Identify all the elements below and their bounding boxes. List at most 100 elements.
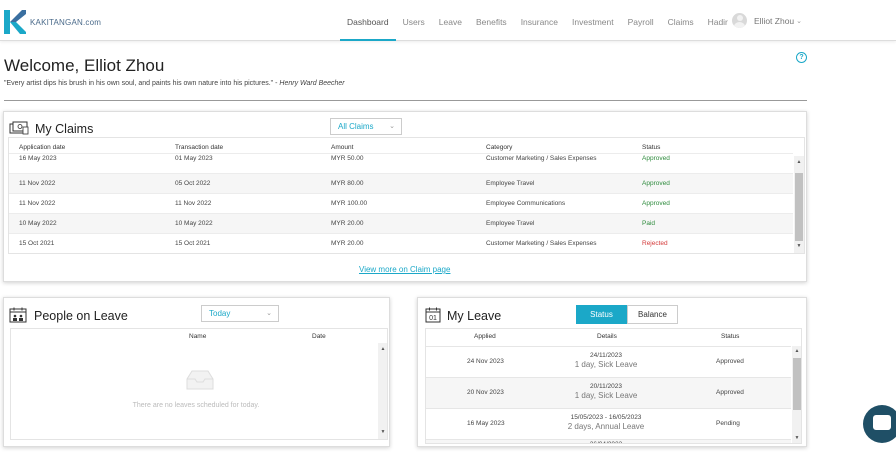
user-name: Elliot Zhou <box>754 15 795 26</box>
table-row[interactable]: 11 Nov 2022 11 Nov 2022 MYR 100.00 Employee… <box>9 193 793 213</box>
column-header: Amount <box>331 144 354 151</box>
people-on-leave-title: People on Leave <box>34 309 128 323</box>
leave-date-range: 15/05/2023 - 16/05/2023 <box>570 414 642 421</box>
brand-logo[interactable]: KAKITANGAN.com <box>4 10 101 34</box>
table-row[interactable]: 11 Nov 2022 05 Oct 2022 MYR 80.00 Employee … <box>9 173 793 193</box>
column-header: Name <box>189 333 207 340</box>
svg-text:01: 01 <box>429 315 437 322</box>
leave-details: 24/11/2023 1 day, Sick Leave <box>556 351 656 369</box>
status-toggle-button[interactable]: Status <box>576 305 627 324</box>
chat-icon <box>873 415 891 430</box>
table-row[interactable]: 10 May 2022 10 May 2022 MYR 20.00 Employee … <box>9 213 793 233</box>
claims-scrollbar[interactable]: ▲ ▼ <box>794 156 804 253</box>
people-scrollbar[interactable]: ▲ ▼ <box>378 343 387 439</box>
divider <box>4 100 807 101</box>
applied-date: 16 May 2023 <box>467 420 505 427</box>
table-cell: Employee Communications <box>486 200 566 207</box>
table-cell: MYR 80.00 <box>331 180 364 187</box>
table-cell: MYR 50.00 <box>331 155 364 162</box>
table-cell: 05 Oct 2022 <box>175 180 211 187</box>
status-badge: Approved <box>716 358 744 365</box>
table-row[interactable]: 16 May 2023 15/05/2023 - 16/05/2023 2 days… <box>426 408 791 439</box>
scroll-up-icon[interactable]: ▲ <box>795 159 803 165</box>
column-header: Transaction date <box>175 144 224 151</box>
status-badge: Pending <box>716 420 740 427</box>
user-menu[interactable]: Elliot Zhou ⌄ <box>732 13 802 28</box>
calendar-icon: 01 <box>425 307 441 323</box>
table-cell: Employee Travel <box>486 220 535 227</box>
leave-date-range: 24/11/2023 <box>589 352 623 359</box>
nav-item-benefits[interactable]: Benefits <box>469 0 514 41</box>
nav-item-leave[interactable]: Leave <box>432 0 469 41</box>
table-row[interactable]: 26/04/2023 <box>426 439 791 443</box>
my-claims-panel: My Claims All Claims ⌄ Application date … <box>3 111 807 282</box>
people-filter-select[interactable]: Today ⌄ <box>201 305 279 322</box>
status-badge: Paid <box>642 220 656 227</box>
balance-toggle-button[interactable]: Balance <box>627 305 678 324</box>
scroll-up-icon[interactable]: ▲ <box>793 348 801 354</box>
kakitangan-logo-icon <box>4 10 26 34</box>
table-cell: 16 May 2023 <box>19 155 57 162</box>
table-cell: 11 Nov 2022 <box>19 180 56 187</box>
leave-details: 15/05/2023 - 16/05/2023 2 days, Annual Le… <box>556 413 656 431</box>
help-icon[interactable]: ? <box>796 52 807 63</box>
people-filter-value: Today <box>209 309 231 318</box>
claims-table: Application date Transaction date Amount… <box>8 137 805 254</box>
status-badge: Approved <box>642 200 670 207</box>
leave-scrollbar[interactable]: ▲ ▼ <box>792 346 801 443</box>
table-row[interactable]: 15 Oct 2021 15 Oct 2021 MYR 20.00 Customer … <box>9 233 793 253</box>
my-claims-title: My Claims <box>35 122 94 136</box>
scrollbar-thumb[interactable] <box>793 358 801 410</box>
page-title: Welcome, Elliot Zhou <box>4 56 165 75</box>
my-leave-panel: 01 My Leave Status Balance Applied Detai… <box>417 297 807 447</box>
people-on-leave-table: Name Date There are no leaves scheduled … <box>10 328 388 440</box>
table-row[interactable]: 24 Nov 2023 24/11/2023 1 day, Sick Leave Ap… <box>426 346 791 377</box>
nav-item-hadir[interactable]: Hadir <box>701 0 735 41</box>
table-cell: 10 May 2022 <box>175 220 213 227</box>
scroll-down-icon[interactable]: ▼ <box>795 243 803 249</box>
empty-inbox-icon <box>186 370 214 390</box>
view-more-claims-link[interactable]: View more on Claim page <box>359 265 450 274</box>
nav-item-insurance[interactable]: Insurance <box>514 0 565 41</box>
chat-widget-button[interactable] <box>863 405 896 443</box>
scrollbar-thumb[interactable] <box>795 173 803 241</box>
scroll-up-icon[interactable]: ▲ <box>379 346 387 352</box>
chevron-down-icon: ⌄ <box>796 17 803 25</box>
chevron-down-icon: ⌄ <box>266 310 272 317</box>
status-badge: Rejected <box>642 240 668 247</box>
scroll-down-icon[interactable]: ▼ <box>793 435 801 441</box>
scroll-down-icon[interactable]: ▼ <box>379 429 387 435</box>
table-cell: 11 Nov 2022 <box>19 200 56 207</box>
table-cell: 11 Nov 2022 <box>175 200 212 207</box>
money-icon <box>9 121 29 135</box>
table-row[interactable]: 20 Nov 2023 20/11/2023 1 day, Sick Leave Ap… <box>426 377 791 408</box>
table-cell: MYR 20.00 <box>331 240 364 247</box>
table-cell: 01 May 2023 <box>175 155 213 162</box>
nav-item-claims[interactable]: Claims <box>661 0 701 41</box>
nav-item-dashboard[interactable]: Dashboard <box>340 0 396 41</box>
table-cell: MYR 20.00 <box>331 220 364 227</box>
applied-date: 24 Nov 2023 <box>467 358 504 365</box>
column-header: Status <box>721 333 740 340</box>
nav-item-payroll[interactable]: Payroll <box>621 0 661 41</box>
top-navigation-bar: KAKITANGAN.com Dashboard Users Leave Benefi… <box>0 0 896 41</box>
leave-date-range: 26/04/2023 <box>556 440 656 443</box>
empty-state-text: There are no leaves scheduled for today. <box>132 402 260 409</box>
leave-description: 2 days, Annual Leave <box>567 422 645 431</box>
my-leave-title: My Leave <box>447 309 502 323</box>
status-badge: Approved <box>642 155 670 162</box>
applied-date: 20 Nov 2023 <box>467 389 504 396</box>
table-cell: 15 Oct 2021 <box>19 240 55 247</box>
leave-date-range: 20/11/2023 <box>589 383 623 390</box>
column-header: Application date <box>19 144 66 151</box>
main-nav: Dashboard Users Leave Benefits Insurance Inve… <box>340 0 735 41</box>
status-badge: Approved <box>716 389 744 396</box>
column-header: Applied <box>474 333 496 340</box>
claims-filter-select[interactable]: All Claims ⌄ <box>330 118 402 135</box>
table-row[interactable]: 16 May 2023 01 May 2023 MYR 50.00 Customer … <box>9 153 793 173</box>
daily-quote: "Every artist dips his brush in his own … <box>4 80 345 87</box>
table-cell: 15 Oct 2021 <box>175 240 211 247</box>
nav-item-users[interactable]: Users <box>396 0 432 41</box>
nav-item-investment[interactable]: Investment <box>565 0 621 41</box>
table-cell: Employee Travel <box>486 180 535 187</box>
